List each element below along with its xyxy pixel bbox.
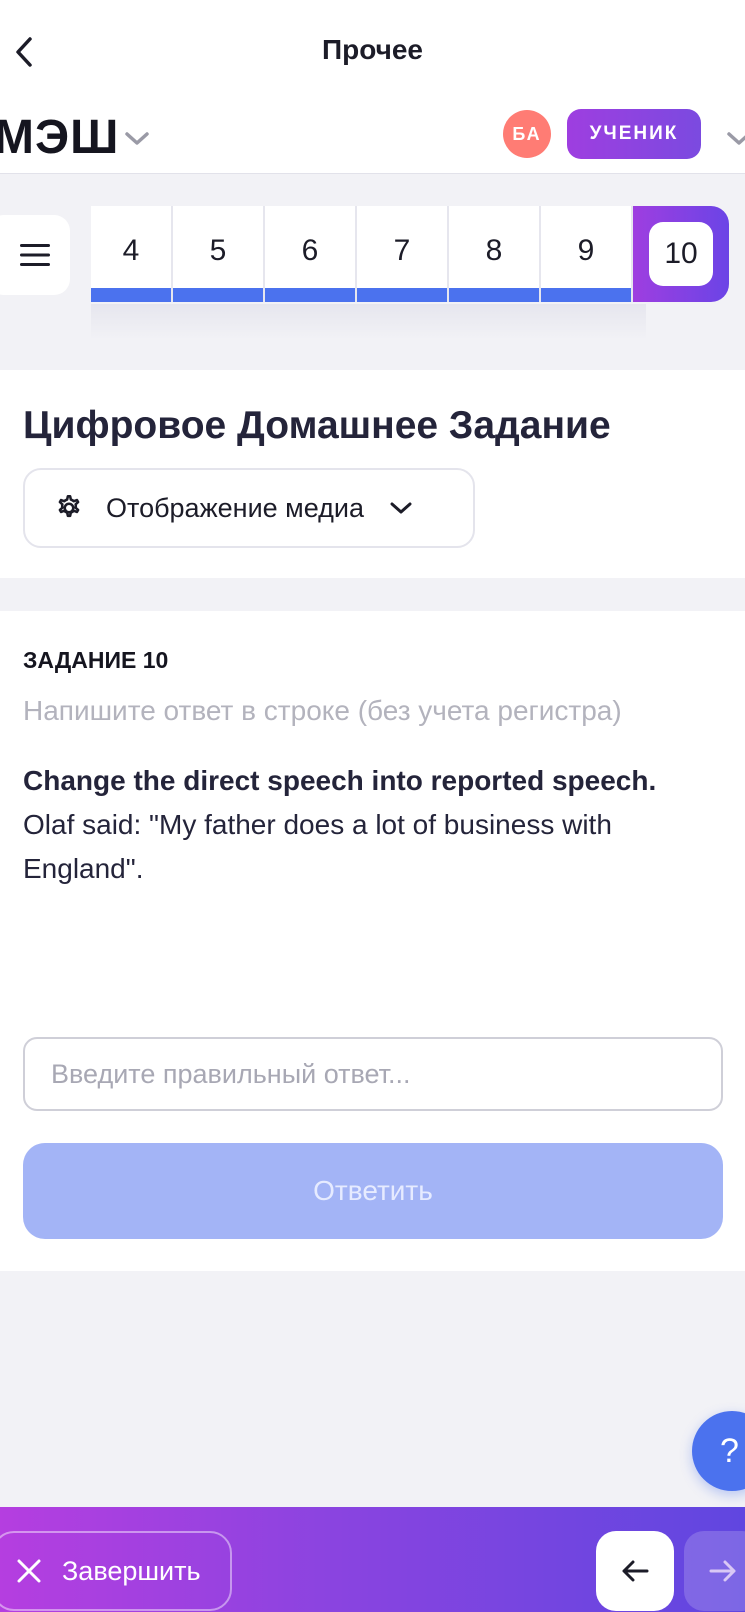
page-title: Прочее (321, 34, 424, 65)
task-progress-bar (173, 288, 263, 302)
task-tab-8[interactable]: 8 (449, 206, 541, 302)
main-title: Цифровое Домашнее Задание (23, 404, 611, 447)
avatar[interactable]: БА (503, 110, 551, 158)
help-icon: ? (720, 1431, 739, 1470)
task-tab-9[interactable]: 9 (541, 206, 633, 302)
media-dropdown-label: Отображение медиа (106, 492, 365, 523)
next-task-button[interactable] (684, 1531, 745, 1611)
task-question: Change the direct speech into reported s… (23, 759, 713, 891)
role-badge[interactable]: УЧЕНИК (567, 109, 701, 159)
task-tab-7[interactable]: 7 (357, 206, 449, 302)
task-hint: Напишите ответ в строке (без учета регис… (23, 695, 622, 726)
arrow-left-icon (622, 1560, 649, 1582)
submit-answer-button[interactable]: Ответить (23, 1143, 723, 1239)
app-logo: МЭШ (0, 111, 120, 164)
media-display-dropdown[interactable]: Отображение медиа (23, 468, 475, 548)
strip-shadow (91, 304, 646, 340)
current-task-number: 10 (649, 222, 713, 286)
task-progress-bar (449, 288, 539, 302)
previous-task-button[interactable] (596, 1531, 674, 1611)
task-card: ЗАДАНИЕ 10 Напишите ответ в строке (без … (0, 611, 745, 1271)
chevron-down-icon[interactable] (724, 124, 745, 154)
task-label: ЗАДАНИЕ 10 (23, 647, 169, 673)
task-progress-bar (541, 288, 631, 302)
task-progress-bar (265, 288, 355, 302)
chevron-down-icon (390, 502, 412, 514)
task-text: Olaf said: "My father does a lot of busi… (23, 809, 612, 884)
bottom-bar: Завершить (0, 1507, 745, 1612)
task-progress-bar (357, 288, 447, 302)
close-icon (17, 1559, 41, 1583)
task-number-strip: 4 5 6 7 8 9 10 (91, 206, 729, 304)
top-nav: Прочее (0, 0, 745, 102)
help-button[interactable]: ? (692, 1411, 745, 1491)
arrow-right-icon (709, 1560, 736, 1582)
task-tab-6[interactable]: 6 (265, 206, 357, 302)
homework-header-card: Цифровое Домашнее Задание Отображение ме… (0, 370, 745, 578)
answer-input[interactable] (23, 1037, 723, 1111)
finish-label: Завершить (62, 1555, 201, 1586)
hamburger-menu-icon (20, 244, 50, 266)
brand-bar: МЭШ БА УЧЕНИК (0, 102, 745, 174)
chevron-down-icon[interactable] (122, 124, 152, 154)
gear-icon (58, 494, 80, 518)
finish-button[interactable]: Завершить (0, 1531, 232, 1611)
task-tab-4[interactable]: 4 (91, 206, 173, 302)
task-instruction: Change the direct speech into reported s… (23, 765, 657, 796)
task-tab-5[interactable]: 5 (173, 206, 265, 302)
task-tab-current[interactable]: 10 (633, 206, 729, 302)
task-progress-bar (91, 288, 171, 302)
menu-button[interactable] (0, 215, 70, 295)
